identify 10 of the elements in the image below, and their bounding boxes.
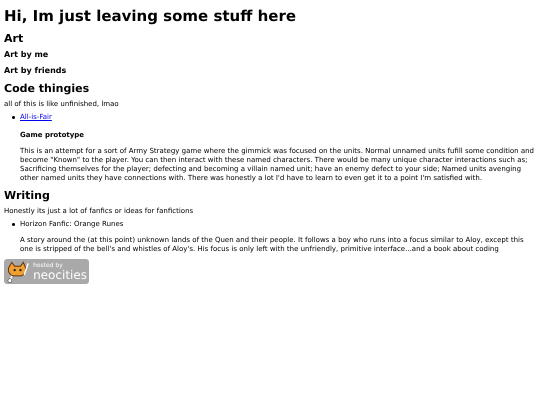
subsection-heading: Art by me [4,50,50,60]
bullet-icon [12,223,15,226]
bullet-icon [12,116,15,119]
section-heading: Writing [4,189,51,203]
section-heading: Code thingies [4,82,90,96]
section-heading: Art [4,32,24,46]
subsection-heading: Art by friends [4,66,68,76]
page-title: Hi, Im just leaving some stuff here [4,6,298,26]
cat-mascot-icon [6,260,32,282]
badge-title: neocities [33,268,87,282]
